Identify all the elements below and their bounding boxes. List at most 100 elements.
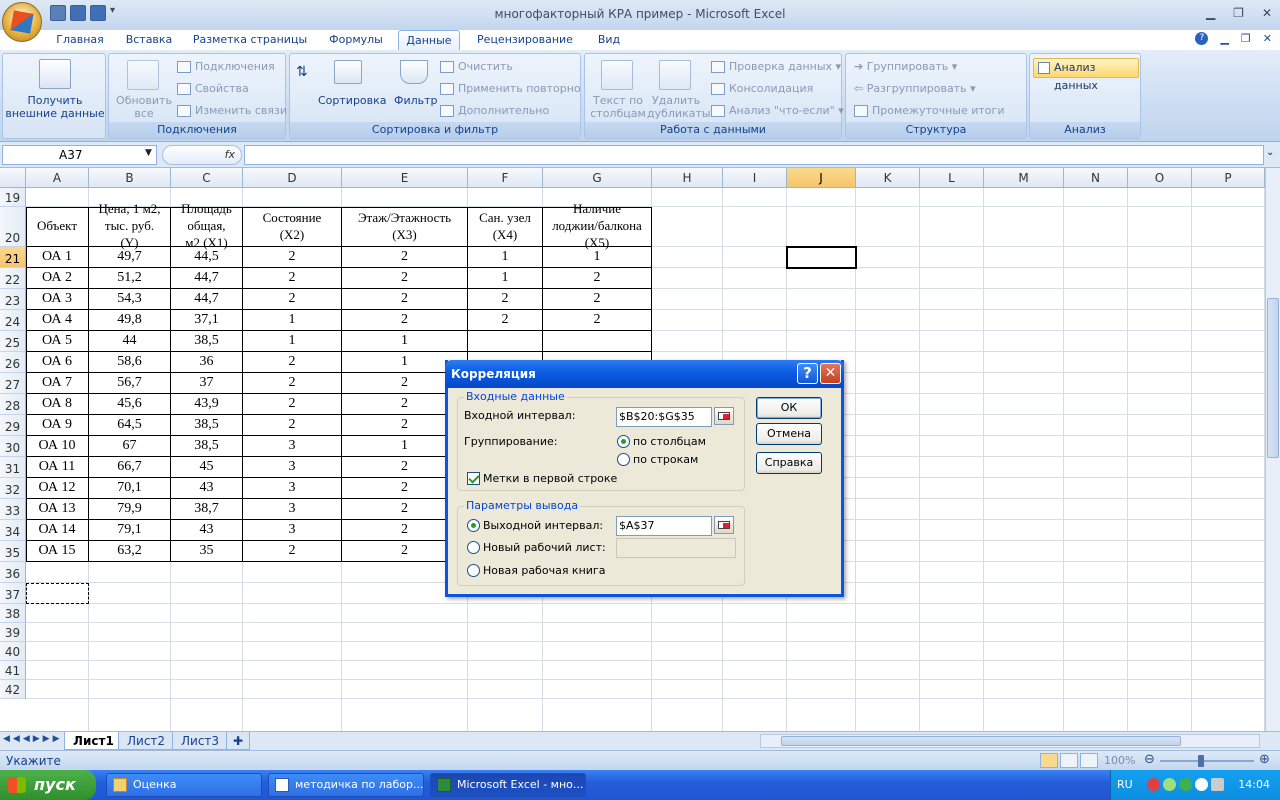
table-cell[interactable]: 51,2 <box>89 268 171 289</box>
cancel-button[interactable]: Отмена <box>756 423 822 445</box>
row-header-23[interactable]: 23 <box>0 289 26 310</box>
table-cell[interactable]: ОА 11 <box>26 457 89 478</box>
office-button[interactable] <box>2 2 42 42</box>
group-button[interactable]: ➔ Группировать ▾ <box>854 60 957 73</box>
insert-sheet-icon[interactable]: ✚ <box>226 732 251 750</box>
column-header-f[interactable]: F <box>468 168 543 188</box>
table-cell[interactable]: 2 <box>243 394 342 415</box>
table-cell[interactable]: ОА 12 <box>26 478 89 499</box>
table-cell[interactable]: 63,2 <box>89 541 171 562</box>
network-icon[interactable] <box>1163 778 1176 791</box>
insert-function-button[interactable]: fx <box>162 145 242 165</box>
table-cell[interactable]: 3 <box>243 457 342 478</box>
minimize-workbook-icon[interactable]: ▁ <box>1220 32 1228 45</box>
table-cell[interactable]: 44 <box>89 331 171 352</box>
security-icon[interactable] <box>1179 778 1192 791</box>
row-header-37[interactable]: 37 <box>0 583 26 604</box>
column-header-c[interactable]: C <box>171 168 243 188</box>
ungroup-button[interactable]: ⇦ Разгруппировать ▾ <box>854 82 976 95</box>
radio-new-sheet[interactable] <box>467 541 480 554</box>
new-sheet-name-field[interactable] <box>616 538 736 558</box>
start-button[interactable]: пуск <box>0 770 96 800</box>
table-cell[interactable]: 58,6 <box>89 352 171 373</box>
tab-view[interactable]: Вид <box>590 30 628 50</box>
vertical-scrollbar[interactable] <box>1265 168 1280 731</box>
filter-button[interactable]: Фильтр <box>394 94 438 107</box>
labels-first-row-label[interactable]: Метки в первой строке <box>483 472 617 485</box>
expand-formula-icon[interactable]: ⌄ <box>1266 147 1274 158</box>
page-break-view-icon[interactable] <box>1080 753 1098 768</box>
table-cell[interactable]: 2 <box>342 247 468 268</box>
ok-button[interactable]: ОК <box>756 397 822 419</box>
table-cell[interactable]: ОА 5 <box>26 331 89 352</box>
row-header-20[interactable]: 20 <box>0 207 26 247</box>
reapply-button[interactable]: Применить повторно <box>440 82 581 95</box>
restore-workbook-icon[interactable]: ❐ <box>1241 32 1251 45</box>
table-cell[interactable]: 2 <box>543 268 652 289</box>
table-cell[interactable]: ОА 9 <box>26 415 89 436</box>
by-columns-label[interactable]: по столбцам <box>633 435 706 448</box>
volume-icon[interactable] <box>1195 778 1208 791</box>
zoom-level[interactable]: 100% <box>1104 754 1135 767</box>
table-cell[interactable] <box>468 331 543 352</box>
labels-first-row-checkbox[interactable] <box>467 472 480 485</box>
input-range-field[interactable]: $B$20:$G$35 <box>616 407 712 427</box>
table-cell[interactable]: 2 <box>342 268 468 289</box>
new-workbook-label[interactable]: Новая рабочая книга <box>483 564 605 577</box>
column-header-d[interactable]: D <box>243 168 342 188</box>
page-layout-view-icon[interactable] <box>1060 753 1078 768</box>
table-header-cell[interactable]: Объект <box>26 207 89 247</box>
table-cell[interactable]: 43,9 <box>171 394 243 415</box>
table-cell[interactable]: 67 <box>89 436 171 457</box>
table-cell[interactable]: 37,1 <box>171 310 243 331</box>
dialog-help-icon[interactable]: ? <box>797 363 818 384</box>
task-folder[interactable]: Оценка <box>106 773 262 797</box>
table-cell[interactable]: 1 <box>342 331 468 352</box>
table-cell[interactable]: 1 <box>468 247 543 268</box>
row-header-36[interactable]: 36 <box>0 562 26 583</box>
table-cell[interactable]: 2 <box>543 289 652 310</box>
column-header-e[interactable]: E <box>342 168 468 188</box>
column-header-m[interactable]: M <box>984 168 1064 188</box>
language-indicator[interactable]: RU <box>1117 778 1133 791</box>
consolidate-button[interactable]: Консолидация <box>711 82 813 95</box>
row-header-33[interactable]: 33 <box>0 499 26 520</box>
sort-az-icon[interactable]: ⇅ <box>296 64 308 80</box>
table-cell[interactable]: 2 <box>342 310 468 331</box>
table-cell[interactable]: 36 <box>171 352 243 373</box>
help-icon[interactable]: ? <box>1195 32 1209 45</box>
tab-formulas[interactable]: Формулы <box>320 30 392 50</box>
table-header-cell[interactable]: Этаж/Этажность (X3) <box>342 207 468 247</box>
table-cell[interactable]: ОА 6 <box>26 352 89 373</box>
row-header-24[interactable]: 24 <box>0 310 26 331</box>
table-cell[interactable]: 2 <box>342 289 468 310</box>
refresh-all-button[interactable]: Обновить все <box>113 94 175 120</box>
data-analysis-button[interactable]: Анализ данных <box>1033 58 1139 92</box>
table-header-cell[interactable]: Наличие лоджии/балкона (X5) <box>543 201 652 250</box>
output-range-field[interactable]: $A$37 <box>616 516 712 536</box>
name-box[interactable]: A37 <box>2 145 157 165</box>
row-header-34[interactable]: 34 <box>0 520 26 541</box>
table-cell[interactable]: 2 <box>243 352 342 373</box>
data-validation-button[interactable]: Проверка данных ▾ <box>711 60 841 73</box>
close-icon[interactable]: ✕ <box>1262 6 1272 20</box>
subtotal-button[interactable]: Промежуточные итоги <box>854 104 1004 117</box>
table-cell[interactable]: 79,1 <box>89 520 171 541</box>
row-header-25[interactable]: 25 <box>0 331 26 352</box>
radio-output-range[interactable] <box>467 519 480 532</box>
table-cell[interactable]: 2 <box>468 289 543 310</box>
row-header-22[interactable]: 22 <box>0 268 26 289</box>
row-header-30[interactable]: 30 <box>0 436 26 457</box>
table-cell[interactable]: 3 <box>243 478 342 499</box>
radio-by-rows[interactable] <box>617 453 630 466</box>
row-header-40[interactable]: 40 <box>0 642 26 661</box>
table-header-cell[interactable]: Цена, 1 м2, тыс. руб. (Y) <box>89 201 171 250</box>
table-cell[interactable]: 54,3 <box>89 289 171 310</box>
what-if-button[interactable]: Анализ "что-если" ▾ <box>711 104 844 117</box>
select-all-corner[interactable] <box>0 168 26 188</box>
table-cell[interactable]: ОА 7 <box>26 373 89 394</box>
table-cell[interactable]: 44,7 <box>171 268 243 289</box>
table-cell[interactable]: 38,5 <box>171 331 243 352</box>
table-cell[interactable]: ОА 1 <box>26 247 89 268</box>
sheet-tab-2[interactable]: Лист2 <box>118 732 175 750</box>
